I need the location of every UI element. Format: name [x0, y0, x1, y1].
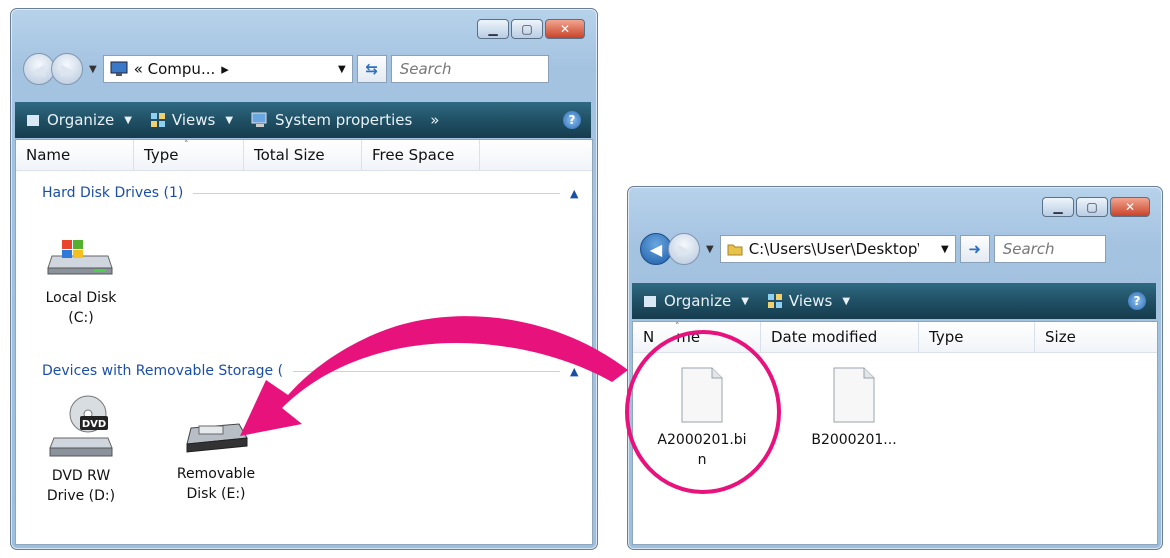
drag-arrow-icon	[240, 316, 628, 436]
drag-annotation-overlay	[240, 316, 781, 494]
highlight-circle	[625, 330, 781, 494]
